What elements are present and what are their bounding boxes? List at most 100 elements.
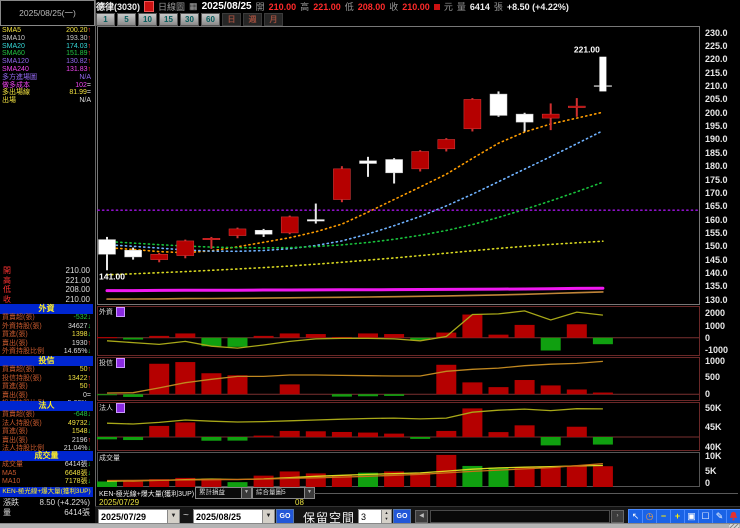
timeframe-button-日[interactable]: 日 <box>222 13 241 26</box>
sidebar-row: 買進(張) 1398↓ <box>2 331 91 339</box>
panel-tick: 2000 <box>705 308 726 318</box>
timeframe-button-週[interactable]: 週 <box>243 13 262 26</box>
timeframe-button-月[interactable]: 月 <box>264 13 283 26</box>
reserve-space-field[interactable] <box>359 510 381 523</box>
stock-flag-icon <box>144 1 155 12</box>
sma-value-list: SMA5 200.20↑ SMA10 193.30↑ SMA20 174.03↑ SMA60… <box>0 27 93 105</box>
close-label: 收 <box>389 2 399 12</box>
price-tick: 180.0 <box>705 161 728 171</box>
sidebar-row: MA10 7178張↓ <box>2 478 91 486</box>
timeframe-button-30[interactable]: 30 <box>180 13 199 26</box>
change-value: +8.50 (+4.22%) <box>506 1 569 12</box>
unit-label: 元 <box>443 2 453 12</box>
horizontal-scrollbar[interactable] <box>430 510 610 523</box>
sidebar-row: 多出場線 81.99= <box>2 89 91 97</box>
section-header: 法人 <box>0 401 93 411</box>
sidebar-row: 投信持股(張) 13422↑ <box>2 374 91 382</box>
spinner-up-down-icon[interactable]: ▲ ▼ <box>381 510 391 523</box>
indicator-tag-icon[interactable] <box>116 358 125 368</box>
chevron-down-icon[interactable]: ▼ <box>262 510 274 523</box>
subpanel-label-成交量: 成交量 <box>99 455 120 462</box>
top-info-bar: 德律(3030) 日線圖 ▦ 2025/08/25 開 210.00 高 221… <box>96 0 740 13</box>
ohlc-value-list: 開 210.00 高 221.00 低 208.00 收 210.00 <box>0 266 93 304</box>
timeframe-button-row: 1 5 10 15 30 60 日週月 <box>96 13 283 26</box>
price-tick: 155.0 <box>705 228 728 238</box>
price-tick: 165.0 <box>705 201 728 211</box>
indicator-tag-icon[interactable] <box>116 403 125 413</box>
unit-icon <box>433 3 440 10</box>
scroll-left-button[interactable]: ◀ <box>415 510 428 523</box>
sidebar-section-外資: 外資 買賣超(張) -532↓ 外資持股(張) 34627↓ 買進(張) 1398↓ 賣出(張… <box>0 304 93 357</box>
open-label: 開 <box>255 2 265 12</box>
timeframe-button-1[interactable]: 1 <box>96 13 115 26</box>
price-tick: 170.0 <box>705 188 728 198</box>
current-date: 2025/08/25 <box>201 1 252 12</box>
date-to-combobox[interactable]: 2025/08/25 ▼ <box>193 509 275 524</box>
open-value: 210.00 <box>268 1 297 12</box>
panel-tick: 10K <box>705 451 722 461</box>
grid-icon[interactable]: ▦ <box>189 1 198 12</box>
sidebar-row: SMA20 174.03↑ <box>2 42 91 50</box>
main-price-chart[interactable]: 141.00 221.00 <box>97 26 700 305</box>
sidebar-row: 低 208.00 <box>3 285 90 294</box>
chevron-down-icon[interactable]: ▼ <box>241 488 251 498</box>
go-button[interactable]: GO <box>276 509 294 524</box>
sidebar-row: MA5 6648張↓ <box>2 469 91 477</box>
stat-row: 量 6414張 <box>3 508 90 517</box>
window-bottom-edge <box>0 523 740 528</box>
subpanel-法人[interactable]: 法人 <box>97 402 700 451</box>
scroll-right-button[interactable]: › <box>611 510 624 523</box>
panel-tick: 50K <box>705 403 722 413</box>
reserve-space-input[interactable]: ▲▼ <box>358 509 392 524</box>
subpanel-外資[interactable]: 外資 <box>97 306 700 356</box>
timeframe-button-60[interactable]: 60 <box>201 13 220 26</box>
go-button-2[interactable]: GO <box>393 509 411 524</box>
timeframe-button-5[interactable]: 5 <box>117 13 136 26</box>
price-tick: 150.0 <box>705 241 728 251</box>
resize-grip-icon[interactable] <box>729 524 739 528</box>
indicator-tag-icon[interactable] <box>116 307 125 317</box>
price-tick: 185.0 <box>705 148 728 158</box>
price-tick: 225.0 <box>705 41 728 51</box>
sidebar-section-成交量: 成交量 成交量 6414張↓ MA5 6648張↓ MA10 7178張↓ <box>0 451 93 487</box>
subpanel-label-法人: 法人 <box>99 403 125 413</box>
sidebar-row: SMA120 130.82↑ <box>2 58 91 66</box>
subpanel-投信[interactable]: 投信 <box>97 357 700 401</box>
price-tick: 215.0 <box>705 68 728 78</box>
subpanel-label-外資: 外資 <box>99 307 125 317</box>
price-tick: 230.0 <box>705 28 728 38</box>
sidebar-row: 高 221.00 <box>3 275 90 285</box>
volume-value: 6414 <box>469 1 490 12</box>
timeframe-button-15[interactable]: 15 <box>159 13 178 26</box>
sidebar-row: SMA240 131.83↑ <box>2 65 91 73</box>
sidebar-row: 成交量 6414張↓ <box>2 461 91 468</box>
svg-text:141.00: 141.00 <box>99 271 125 281</box>
price-tick: 190.0 <box>705 134 728 144</box>
sidebar-row: 外資持股(張) 34627↓ <box>2 322 91 330</box>
price-tick: 135.0 <box>705 281 728 291</box>
panel-tick: 5K <box>705 466 717 476</box>
chart-type-label[interactable]: 日線圖 <box>158 0 185 13</box>
sidebar-row: SMA5 200.20↑ <box>2 27 91 34</box>
low-value: 208.00 <box>357 1 386 12</box>
low-label: 低 <box>344 2 354 12</box>
timeframe-button-10[interactable]: 10 <box>138 13 157 26</box>
stock-chart-app: 德律(3030) 日線圖 ▦ 2025/08/25 開 210.00 高 221… <box>0 0 740 528</box>
sidebar-row: 出場 N/A <box>2 97 91 105</box>
divider <box>314 493 738 494</box>
svg-text:221.00: 221.00 <box>574 45 600 55</box>
price-axis: 230.0 225.0 220.0 215.0 210.0 205.0 200.0 195.0… <box>701 0 740 524</box>
chevron-down-icon[interactable]: ▼ <box>167 510 179 523</box>
stock-title[interactable]: 德律(3030) <box>96 0 140 13</box>
price-tick: 205.0 <box>705 94 728 104</box>
panel-tick: 45K <box>705 422 722 432</box>
sidebar-row: 法人持股(張) 49732↓ <box>2 419 91 427</box>
date-from-combobox[interactable]: 2025/07/29 ▼ <box>98 509 180 524</box>
high-value: 221.00 <box>313 1 341 12</box>
panel-tick: 1000 <box>705 321 726 331</box>
panel-tick: 1000 <box>705 356 726 366</box>
price-tick: 160.0 <box>705 215 728 225</box>
subpanel-成交量[interactable]: 成交量 <box>97 452 700 487</box>
chevron-down-icon[interactable]: ▼ <box>304 488 314 498</box>
section-header: 外資 <box>0 304 93 314</box>
